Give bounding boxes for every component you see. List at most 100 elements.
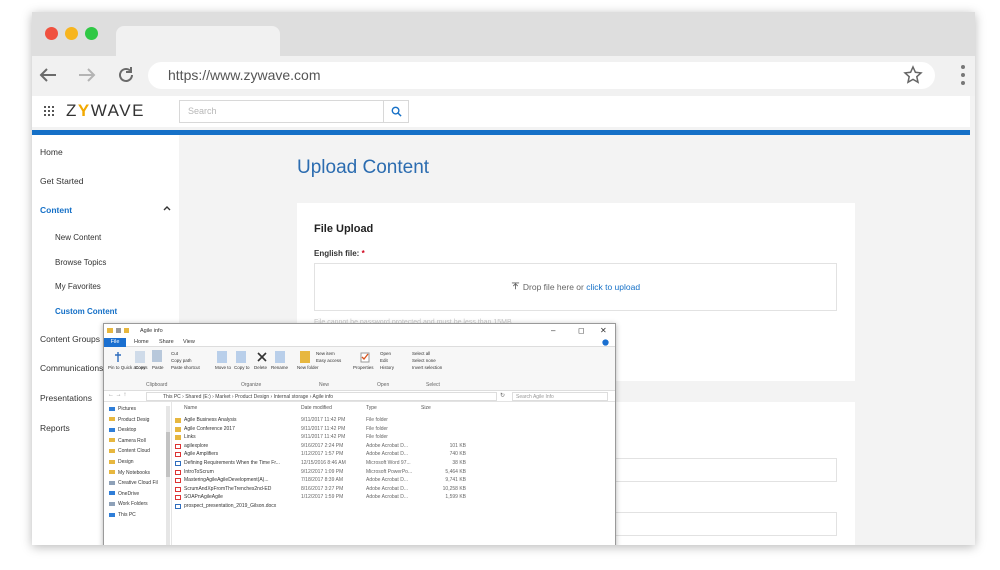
browser-tab[interactable] bbox=[116, 26, 280, 58]
search-icon bbox=[391, 106, 402, 117]
nav-item-label: Product Desig bbox=[118, 416, 150, 423]
close-icon[interactable]: ✕ bbox=[600, 326, 607, 335]
new-item-button[interactable]: New item bbox=[316, 351, 335, 356]
sidebar-item-my-favorites[interactable]: My Favorites bbox=[55, 282, 101, 291]
easy-access-button[interactable]: Easy access bbox=[316, 358, 341, 363]
nav-item[interactable]: Design bbox=[109, 459, 134, 465]
column-type[interactable]: Type bbox=[366, 405, 377, 411]
nav-item[interactable]: Product Desig bbox=[109, 417, 149, 423]
refresh-icon[interactable]: ↻ bbox=[500, 392, 505, 399]
sidebar-item-home[interactable]: Home bbox=[40, 147, 63, 157]
open-button[interactable]: Open bbox=[380, 351, 391, 356]
column-name[interactable]: Name bbox=[184, 405, 197, 411]
properties-button[interactable]: Properties bbox=[353, 365, 374, 370]
column-size[interactable]: Size bbox=[421, 405, 431, 411]
maximize-window-button[interactable] bbox=[85, 27, 98, 40]
reload-icon[interactable] bbox=[113, 62, 139, 88]
sidebar-item-content[interactable]: Content bbox=[40, 205, 72, 215]
address-bar[interactable]: https://www.zywave.com bbox=[148, 62, 935, 89]
file-name: Agile Business Analysis bbox=[184, 417, 237, 423]
sidebar-item-browse-topics[interactable]: Browse Topics bbox=[55, 258, 106, 267]
file-type: File folder bbox=[366, 417, 388, 423]
folder-icon bbox=[175, 426, 181, 432]
pdf-file-icon bbox=[175, 469, 181, 475]
file-row[interactable]: prospect_presentation_2019_Gilson.docx bbox=[172, 502, 615, 511]
tab-home[interactable]: Home bbox=[134, 339, 149, 345]
tab-view[interactable]: View bbox=[183, 339, 195, 345]
edit-button[interactable]: Edit bbox=[380, 358, 388, 363]
minimize-window-button[interactable] bbox=[65, 27, 78, 40]
sidebar-item-presentations[interactable]: Presentations bbox=[40, 393, 92, 403]
close-window-button[interactable] bbox=[45, 27, 58, 40]
file-size: 38 KB bbox=[452, 460, 466, 466]
pdf-file-icon bbox=[175, 495, 181, 501]
folder-icon bbox=[109, 449, 115, 454]
search-input[interactable]: Search bbox=[179, 100, 409, 123]
select-none-button[interactable]: Select none bbox=[412, 358, 436, 363]
explorer-search-input[interactable]: Search Agile Info bbox=[512, 392, 608, 401]
sidebar-item-custom-content[interactable]: Custom Content bbox=[55, 307, 117, 316]
nav-item[interactable]: Creative Cloud Fil bbox=[109, 480, 158, 486]
folder-icon bbox=[175, 435, 181, 441]
copy-button[interactable]: Copy bbox=[135, 365, 146, 370]
file-name: ScrumAndXpFromTheTrenches2nd-ED bbox=[184, 485, 272, 492]
minimize-icon[interactable]: – bbox=[551, 326, 555, 335]
star-icon[interactable] bbox=[903, 65, 923, 90]
nav-item-label: Desktop bbox=[118, 427, 137, 434]
nav-item[interactable]: Work Folders bbox=[109, 501, 148, 507]
paste-shortcut-button[interactable]: Paste shortcut bbox=[171, 365, 200, 370]
move-to-icon bbox=[217, 351, 227, 363]
column-date[interactable]: Date modified bbox=[301, 405, 332, 411]
nav-item[interactable]: Camera Roll bbox=[109, 438, 146, 444]
rename-button[interactable]: Rename bbox=[271, 365, 288, 370]
delete-button[interactable]: Delete bbox=[254, 365, 267, 370]
move-to-button[interactable]: Move to bbox=[215, 365, 231, 370]
paste-button[interactable]: Paste bbox=[152, 365, 164, 370]
copy-path-button[interactable]: Copy path bbox=[171, 358, 192, 363]
apps-grid-icon[interactable] bbox=[44, 106, 54, 116]
click-to-upload-link[interactable]: click to upload bbox=[586, 282, 640, 292]
nav-item[interactable]: My Notebooks bbox=[109, 470, 150, 476]
sidebar-item-content-groups[interactable]: Content Groups bbox=[40, 334, 100, 344]
copy-to-button[interactable]: Copy to bbox=[234, 365, 250, 370]
cut-button[interactable]: Cut bbox=[171, 351, 178, 356]
search-placeholder: Search bbox=[188, 106, 217, 116]
nav-item[interactable]: Pictures bbox=[109, 406, 136, 412]
select-all-button[interactable]: Select all bbox=[412, 351, 430, 356]
nav-item-label: My Notebooks bbox=[118, 469, 150, 476]
nav-item-label: Work Folders bbox=[118, 501, 148, 508]
forward-arrow-icon[interactable] bbox=[74, 62, 100, 88]
tab-share[interactable]: Share bbox=[159, 339, 174, 345]
pdf-file-icon bbox=[175, 443, 181, 449]
sidebar-item-new-content[interactable]: New Content bbox=[55, 233, 101, 242]
sidebar-item-communications[interactable]: Communications bbox=[40, 363, 103, 373]
nav-arrows-icon[interactable]: ← → ↑ bbox=[108, 392, 126, 398]
history-button[interactable]: History bbox=[380, 365, 394, 370]
nav-item[interactable]: Content Cloud bbox=[109, 448, 150, 454]
nav-item-label: Camera Roll bbox=[118, 437, 146, 444]
nav-item[interactable]: OneDrive bbox=[109, 491, 139, 497]
kebab-menu-icon[interactable] bbox=[960, 65, 966, 87]
sidebar-item-get-started[interactable]: Get Started bbox=[40, 176, 83, 186]
file-type: File folder bbox=[366, 434, 388, 441]
invert-selection-button[interactable]: Invert selection bbox=[412, 365, 442, 370]
file-dropzone[interactable]: Drop file here or click to upload bbox=[314, 263, 837, 311]
app-header: ZYWAVE Search bbox=[32, 96, 970, 127]
restore-icon[interactable]: ◻ bbox=[578, 326, 585, 335]
file-size: 101 KB bbox=[449, 442, 466, 449]
explorer-path[interactable]: This PC › Shared (E:) › Market › Product… bbox=[146, 392, 497, 401]
chevron-up-icon[interactable] bbox=[163, 205, 171, 211]
sidebar-item-reports[interactable]: Reports bbox=[40, 423, 70, 433]
new-folder-button[interactable]: New folder bbox=[297, 365, 319, 370]
file-date: 8/16/2017 3:27 PM bbox=[301, 485, 344, 492]
tab-file[interactable]: File bbox=[104, 338, 126, 347]
zywave-logo[interactable]: ZYWAVE bbox=[66, 101, 145, 121]
nav-scrollbar[interactable] bbox=[166, 406, 170, 545]
file-date: 1/12/2017 1:59 PM bbox=[301, 494, 344, 501]
copy-to-icon bbox=[236, 351, 246, 363]
back-arrow-icon[interactable] bbox=[35, 62, 61, 88]
nav-item[interactable]: Desktop bbox=[109, 427, 136, 433]
search-button[interactable] bbox=[383, 101, 408, 122]
nav-item[interactable]: This PC bbox=[109, 512, 136, 518]
file-size: 5,464 KB bbox=[445, 468, 466, 475]
